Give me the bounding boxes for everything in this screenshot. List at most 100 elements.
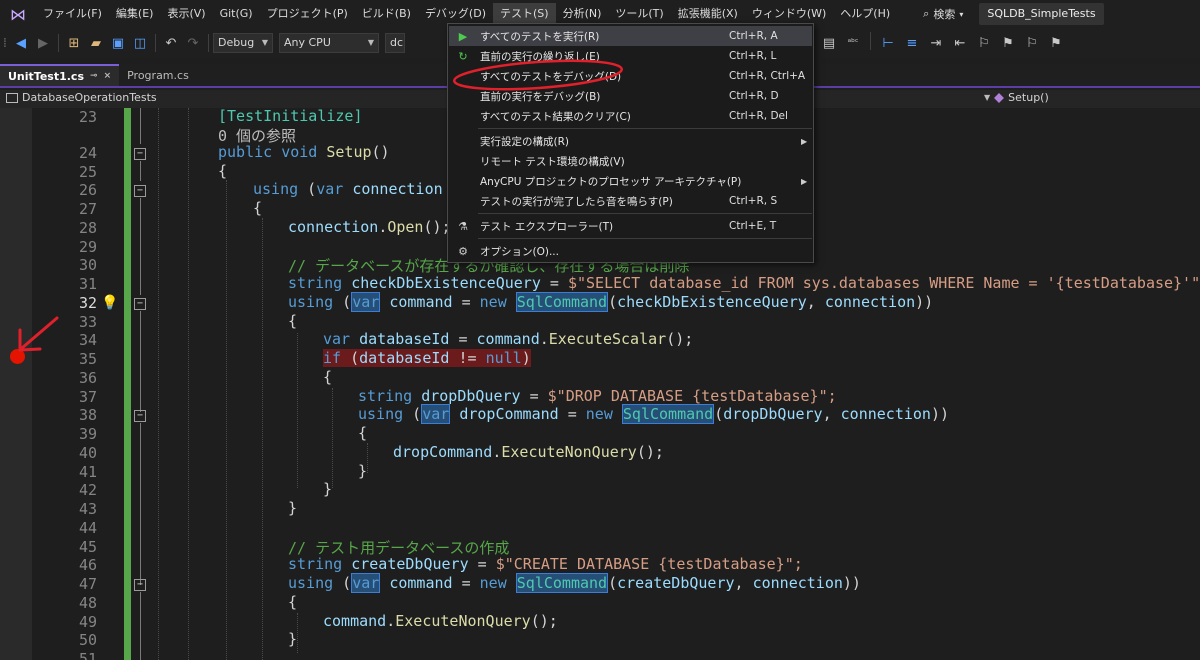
step-icon[interactable]: ⊢ [877,32,899,54]
code-line-27: { [253,199,263,217]
save-all-icon[interactable]: ◫ [129,32,151,54]
menu-item-label: リモート テスト環境の構成(V) [480,155,625,168]
indent-guide [158,108,159,660]
menu-git[interactable]: Git(G) [213,3,260,25]
menu-window[interactable]: ウィンドウ(W) [745,3,833,25]
undo-icon[interactable]: ↶ [160,32,182,54]
tab-label: UnitTest1.cs [8,69,85,83]
menu-item-shortcut: Ctrl+R, D [729,90,779,102]
save-icon[interactable]: ▣ [107,32,129,54]
member-dropdown[interactable]: ▼ Setup() [984,91,1049,104]
class-icon [6,92,18,103]
menu-help[interactable]: ヘルプ(H) [833,3,897,25]
forward-icon[interactable]: ▶ [32,32,54,54]
toolbar-separator [58,34,59,52]
menu-item-test-explorer[interactable]: ⚗ テスト エクスプローラー(T) Ctrl+E, T [449,216,812,236]
line-number: 40 [78,444,97,462]
bookmark-prev-icon[interactable]: ⚑ [997,32,1019,54]
outdent-icon[interactable]: ⇤ [949,32,971,54]
menu-item-label: 直前の実行の繰り返し(E) [480,50,600,63]
line-number: 36 [78,369,97,387]
menu-item-debug-last-run[interactable]: 直前の実行をデバッグ(B) Ctrl+R, D [449,86,812,106]
menu-item-play-sound[interactable]: テストの実行が完了したら音を鳴らす(P) Ctrl+R, S [449,191,812,211]
menu-separator [478,213,812,214]
menu-item-label: すべてのテストをデバッグ(D) [480,70,622,83]
line-number: 39 [78,425,97,443]
breakpoint-icon[interactable] [10,349,25,364]
indent-icon[interactable]: ⇥ [925,32,947,54]
line-number: 25 [78,163,97,181]
menu-item-shortcut: Ctrl+R, Del [729,110,788,122]
sql-check-string: $"SELECT database_id FROM sys.databases … [567,274,1200,292]
tab-label: Program.cs [127,68,189,82]
menu-item-clear-results[interactable]: すべてのテスト結果のクリア(C) Ctrl+R, Del [449,106,812,126]
grip-icon: ⁞ [2,35,8,51]
lightbulb-icon[interactable]: 💡 [101,295,118,311]
new-project-icon[interactable]: ⊞ [63,32,85,54]
code-line-41: } [358,462,368,480]
startup-dropdown[interactable]: dc [385,33,405,53]
bookmark-clear-icon[interactable]: ⚑ [1045,32,1067,54]
menu-debug[interactable]: デバッグ(D) [418,3,493,25]
pin-icon[interactable]: ⊸ [90,71,98,81]
layout-icon[interactable]: ▤ [818,32,840,54]
menu-edit[interactable]: 編集(E) [109,3,161,25]
collapse-icon[interactable]: − [134,579,146,591]
line-number: 41 [78,463,97,481]
menu-item-processor-architecture[interactable]: AnyCPU プロジェクトのプロセッサ アーキテクチャ(P) ▶ [449,171,812,191]
code-line-25: { [218,162,228,180]
menu-item-run-all-tests[interactable]: ▶ すべてのテストを実行(R) Ctrl+R, A [449,26,812,46]
outline-line [140,423,141,585]
line-number: 35 [78,350,97,368]
menu-item-remote-test-env[interactable]: リモート テスト環境の構成(V) [449,151,812,171]
line-number: 49 [78,613,97,631]
collapse-icon[interactable]: − [134,185,146,197]
menu-file[interactable]: ファイル(F) [36,3,109,25]
close-icon[interactable]: × [104,71,112,81]
code-line-23: [TestInitialize] [218,108,363,125]
tab-program[interactable]: Program.cs [119,64,197,86]
visual-studio-logo-icon[interactable]: ⋈ [0,0,36,28]
line-number: 24 [78,144,97,162]
menu-build[interactable]: ビルド(B) [355,3,418,25]
menu-item-options[interactable]: ⚙ オプション(O)... [449,241,812,261]
menu-extensions[interactable]: 拡張機能(X) [671,3,745,25]
code-line-28: connection.Open(); [288,218,451,236]
chevron-down-icon: ▼ [367,38,374,47]
open-folder-icon[interactable]: ▰ [85,32,107,54]
gear-icon: ⚙ [458,244,468,258]
platform-dropdown[interactable]: Any CPU ▼ [279,33,379,53]
spellcheck-icon[interactable]: ᵃᵇᶜ [842,32,864,54]
menu-test[interactable]: テスト(S) [493,3,556,25]
search-box[interactable]: ⌕ 検索 ▾ [917,6,969,22]
menu-item-repeat-last-run[interactable]: ↻ 直前の実行の繰り返し(E) Ctrl+R, L [449,46,812,66]
bookmark-icon[interactable]: ⚐ [973,32,995,54]
indent-guide [188,108,189,660]
code-line-38: using (var dropCommand = new SqlCommand(… [358,404,950,424]
line-number: 38 [78,406,97,424]
breakpoint-margin[interactable] [0,108,32,660]
outline-line [140,198,141,295]
back-icon[interactable]: ◀ [10,32,32,54]
menu-view[interactable]: 表示(V) [160,3,212,25]
collapse-icon[interactable]: − [134,410,146,422]
align-icon[interactable]: ≡ [901,32,923,54]
menu-item-configure-run-settings[interactable]: 実行設定の構成(R) ▶ [449,131,812,151]
collapse-icon[interactable]: − [134,148,146,160]
line-number: 43 [78,500,97,518]
menu-tools[interactable]: ツール(T) [608,3,670,25]
tab-unittest1[interactable]: UnitTest1.cs ⊸ × [0,64,120,86]
bookmark-next-icon[interactable]: ⚐ [1021,32,1043,54]
menu-project[interactable]: プロジェクト(P) [260,3,355,25]
outline-line [140,592,141,660]
configuration-dropdown[interactable]: Debug ▼ [213,33,273,53]
menu-item-debug-all-tests[interactable]: すべてのテストをデバッグ(D) Ctrl+R, Ctrl+A [449,66,812,86]
class-dropdown[interactable]: DatabaseOperationTests [6,91,157,104]
code-line-40: dropCommand.ExecuteNonQuery(); [393,443,664,461]
collapse-icon[interactable]: − [134,298,146,310]
menu-analyze[interactable]: 分析(N) [556,3,609,25]
line-number: 34 [78,331,97,349]
submenu-arrow-icon: ▶ [801,136,808,146]
redo-icon[interactable]: ↷ [182,32,204,54]
code-line-31: string checkDbExistenceQuery = $"SELECT … [288,274,1200,292]
